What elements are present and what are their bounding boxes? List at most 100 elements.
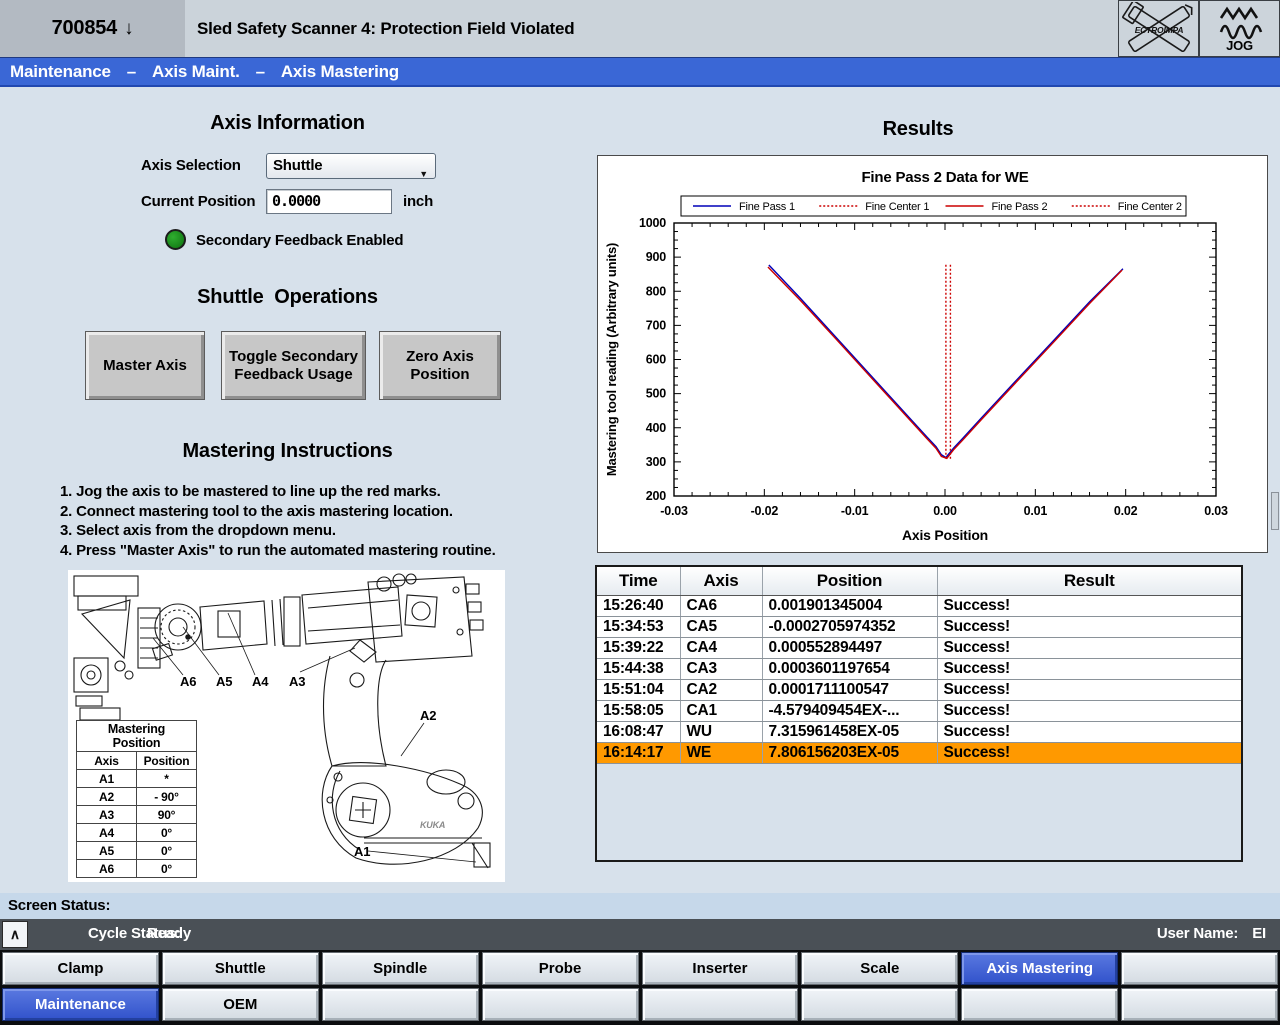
breadcrumb-separator: – — [127, 62, 136, 82]
svg-text:700: 700 — [646, 318, 667, 332]
menu-empty[interactable] — [1121, 988, 1278, 1021]
alarm-number-box[interactable]: 700854 ↓ — [0, 0, 185, 57]
svg-text:Fine Pass 2: Fine Pass 2 — [992, 201, 1048, 213]
svg-text:0.03: 0.03 — [1204, 504, 1228, 518]
robot-axis-label: A6 — [180, 674, 196, 689]
breadcrumb-item: Axis Maint. — [152, 62, 240, 82]
cycle-status-bar: ∧ Cycle Status: Ready User Name: EI — [0, 919, 1280, 950]
menu-probe[interactable]: Probe — [482, 952, 639, 985]
menu-axis-mastering[interactable]: Axis Mastering — [961, 952, 1118, 985]
mastering-table-row: A40° — [77, 824, 197, 842]
breadcrumb-item: Maintenance — [10, 62, 111, 82]
secondary-feedback-label: Secondary Feedback Enabled — [196, 232, 403, 249]
hmi-screen: 700854 ↓ Sled Safety Scanner 4: Protecti… — [0, 0, 1280, 1025]
svg-text:500: 500 — [646, 387, 667, 401]
svg-text:1000: 1000 — [639, 216, 666, 230]
screen-status-label: Screen Status: — [8, 897, 110, 914]
instruction-step: 2. Connect mastering tool to the axis ma… — [60, 502, 540, 522]
alarm-number: 700854 — [52, 17, 118, 40]
instruction-step: 1. Jog the axis to be mastered to line u… — [60, 482, 540, 502]
jog-label: JOG — [1226, 40, 1253, 52]
robot-axis-label: A5 — [216, 674, 232, 689]
menu-empty[interactable] — [482, 988, 639, 1021]
chart-scrollbar-nub[interactable] — [1271, 492, 1279, 530]
table-row[interactable]: 16:14:17WE7.806156203EX-05Success! — [597, 742, 1241, 763]
jog-mode-button[interactable]: JOG — [1199, 0, 1280, 57]
results-column-header: Position — [762, 567, 937, 595]
menu-empty[interactable] — [801, 988, 958, 1021]
robot-axis-label: A2 — [420, 708, 436, 723]
mastering-table-row: A1* — [77, 770, 197, 788]
breadcrumb-item: Axis Mastering — [281, 62, 399, 82]
menu-empty[interactable] — [642, 988, 799, 1021]
table-row[interactable]: 16:08:47WU7.315961458EX-05Success! — [597, 721, 1241, 742]
svg-text:Fine Center 1: Fine Center 1 — [865, 201, 929, 213]
results-column-header: Axis — [680, 567, 762, 595]
svg-text:900: 900 — [646, 250, 667, 264]
mastering-table-header: Position — [137, 752, 197, 770]
menu-inserter[interactable]: Inserter — [642, 952, 799, 985]
axis-selection-dropdown[interactable]: Shuttle ▼ — [266, 153, 436, 179]
robot-axis-label: A1 — [354, 844, 370, 859]
screen-status-bar: Screen Status: — [0, 893, 1280, 919]
svg-text:400: 400 — [646, 421, 667, 435]
svg-text:200: 200 — [646, 489, 667, 503]
table-row[interactable]: 15:58:05CA1-4.579409454EX-...Success! — [597, 700, 1241, 721]
menu-oem[interactable]: OEM — [162, 988, 319, 1021]
svg-text:-0.01: -0.01 — [841, 504, 869, 518]
current-position-label: Current Position — [141, 193, 255, 210]
table-row[interactable]: 15:44:38CA30.0003601197654Success! — [597, 658, 1241, 679]
user-name-value: EI — [1252, 925, 1266, 942]
svg-text:-0.03: -0.03 — [660, 504, 688, 518]
mastering-table-row: A60° — [77, 860, 197, 878]
alarm-dropdown-arrow-icon[interactable]: ↓ — [124, 18, 133, 40]
breadcrumb-separator: – — [256, 62, 265, 82]
table-row[interactable]: 15:39:22CA40.000552894497Success! — [597, 637, 1241, 658]
menu-empty[interactable] — [961, 988, 1118, 1021]
electroimpact-logo-button[interactable]: ECTROIMPA — [1118, 0, 1199, 57]
master-axis-button[interactable]: Master Axis — [85, 331, 205, 400]
menu-clamp[interactable]: Clamp — [2, 952, 159, 985]
menu-empty[interactable] — [322, 988, 479, 1021]
mastering-table-title: Mastering Position — [77, 721, 197, 752]
axis-selection-value: Shuttle — [273, 157, 322, 174]
mastering-instructions-title: Mastering Instructions — [0, 440, 575, 463]
operations-title: Shuttle Operations — [0, 286, 575, 309]
svg-text:0.02: 0.02 — [1114, 504, 1138, 518]
svg-text:0.01: 0.01 — [1024, 504, 1048, 518]
mastering-table-header: Axis — [77, 752, 137, 770]
svg-text:0.00: 0.00 — [933, 504, 957, 518]
menu-spindle[interactable]: Spindle — [322, 952, 479, 985]
axis-selection-label: Axis Selection — [141, 157, 241, 174]
top-icons: ECTROIMPA JOG — [1118, 0, 1280, 57]
instruction-step: 3. Select axis from the dropdown menu. — [60, 521, 540, 541]
collapse-menu-button[interactable]: ∧ — [2, 921, 28, 948]
menu-empty[interactable] — [1121, 952, 1278, 985]
robot-diagram: KUKA A6A5A4A3A2A1 Mastering PositionAxis… — [68, 570, 505, 882]
table-row[interactable]: 15:51:04CA20.0001711100547Success! — [597, 679, 1241, 700]
breadcrumb: Maintenance–Axis Maint.–Axis Mastering — [0, 57, 1280, 87]
alarm-message: Sled Safety Scanner 4: Protection Field … — [197, 0, 574, 57]
menu-shuttle[interactable]: Shuttle — [162, 952, 319, 985]
zero-axis-position-button[interactable]: Zero Axis Position — [379, 331, 501, 400]
secondary-feedback-led — [165, 229, 186, 250]
svg-text:Mastering tool reading (Arbitr: Mastering tool reading (Arbitrary units) — [604, 243, 619, 476]
svg-text:Fine Pass 2 Data for WE: Fine Pass 2 Data for WE — [861, 169, 1028, 186]
menu-scale[interactable]: Scale — [801, 952, 958, 985]
mastering-instructions-list: 1. Jog the axis to be mastered to line u… — [60, 482, 540, 560]
svg-text:600: 600 — [646, 353, 667, 367]
table-row[interactable]: 15:26:40CA60.001901345004Success! — [597, 595, 1241, 616]
table-row[interactable]: 15:34:53CA5-0.0002705974352Success! — [597, 616, 1241, 637]
mastering-table-row: A2- 90° — [77, 788, 197, 806]
svg-text:Fine Pass 1: Fine Pass 1 — [739, 201, 795, 213]
results-title: Results — [560, 118, 1276, 141]
mastering-table-row: A390° — [77, 806, 197, 824]
toggle-secondary-feedback-button[interactable]: Toggle Secondary Feedback Usage — [221, 331, 366, 400]
alarm-bar: 700854 ↓ Sled Safety Scanner 4: Protecti… — [0, 0, 1280, 57]
current-position-field[interactable]: 0.0000 — [266, 189, 392, 214]
jog-waves-icon — [1217, 6, 1263, 40]
position-unit-label: inch — [403, 193, 433, 210]
menu-maintenance[interactable]: Maintenance — [2, 988, 159, 1021]
kuka-brand-text: KUKA — [420, 820, 445, 830]
svg-text:Fine Center 2: Fine Center 2 — [1118, 201, 1182, 213]
